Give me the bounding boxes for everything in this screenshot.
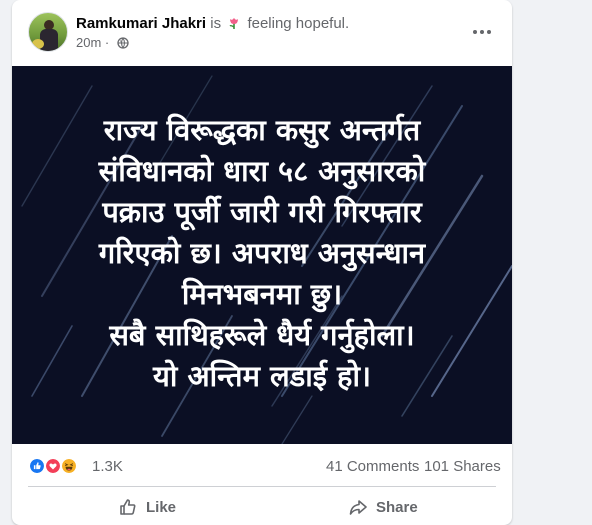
meta-separator: · bbox=[104, 35, 110, 50]
comments-count[interactable]: 41 Comments bbox=[326, 458, 419, 475]
globe-icon[interactable] bbox=[117, 37, 129, 49]
text-line-1: राज्य विरूद्धका कसुर अन्तर्गत bbox=[103, 113, 421, 147]
text-line-3: पक्राउ पूर्जी जारी गरी गिरफ्तार bbox=[102, 195, 422, 229]
avatar-flowers bbox=[32, 39, 44, 49]
post-stats: 1.3K 41 Comments 101 Shares bbox=[12, 448, 512, 484]
post-timestamp[interactable]: 20m bbox=[76, 35, 101, 50]
share-arrow-icon bbox=[349, 500, 367, 515]
like-button[interactable]: Like bbox=[118, 490, 176, 524]
more-dot-icon bbox=[480, 30, 484, 34]
actions-divider bbox=[28, 486, 496, 487]
share-label: Share bbox=[376, 498, 418, 516]
more-options-button[interactable] bbox=[464, 18, 500, 46]
author-avatar[interactable] bbox=[28, 12, 68, 52]
author-name[interactable]: Ramkumari Jhakri bbox=[76, 15, 206, 32]
text-line-2: संविधानको धारा ५८ अनुसारको bbox=[98, 154, 426, 188]
post-actions: Like Share bbox=[12, 490, 512, 525]
love-icon bbox=[44, 457, 62, 475]
share-button[interactable]: Share bbox=[348, 490, 418, 524]
text-line-7: यो अन्तिम लडाई हो। bbox=[153, 359, 371, 393]
post-image[interactable]: राज्य विरूद्धका कसुर अन्तर्गत संविधानको … bbox=[12, 66, 512, 444]
post-title-line: Ramkumari Jhakri is feeling hopeful. bbox=[76, 15, 349, 32]
haha-icon bbox=[60, 457, 78, 475]
tulip-emoji-icon bbox=[229, 18, 239, 29]
is-word: is bbox=[210, 15, 222, 32]
shares-count[interactable]: 101 Shares bbox=[424, 458, 501, 475]
like-label: Like bbox=[146, 498, 177, 516]
text-line-5: मिनभबनमा छु। bbox=[181, 277, 343, 311]
feeling-text: feeling hopeful. bbox=[247, 15, 350, 32]
post-meta: 20m · bbox=[76, 35, 129, 50]
like-icon bbox=[28, 457, 46, 475]
thumbs-up-icon bbox=[120, 499, 136, 515]
post-card: Ramkumari Jhakri is feeling hopeful. 20m… bbox=[12, 0, 512, 525]
more-dot-icon bbox=[473, 30, 477, 34]
image-announcement-text: राज्य विरूद्धका कसुर अन्तर्गत संविधानको … bbox=[12, 110, 512, 397]
feed-background bbox=[512, 0, 592, 525]
post-header: Ramkumari Jhakri is feeling hopeful. 20m… bbox=[12, 0, 512, 64]
text-line-6: सबै साथिहरूले धैर्य गर्नुहोला। bbox=[109, 318, 415, 352]
reaction-count[interactable]: 1.3K bbox=[92, 458, 123, 475]
more-dot-icon bbox=[487, 30, 491, 34]
text-line-4: गरिएको छ। अपराध अनुसन्धान bbox=[98, 236, 426, 270]
